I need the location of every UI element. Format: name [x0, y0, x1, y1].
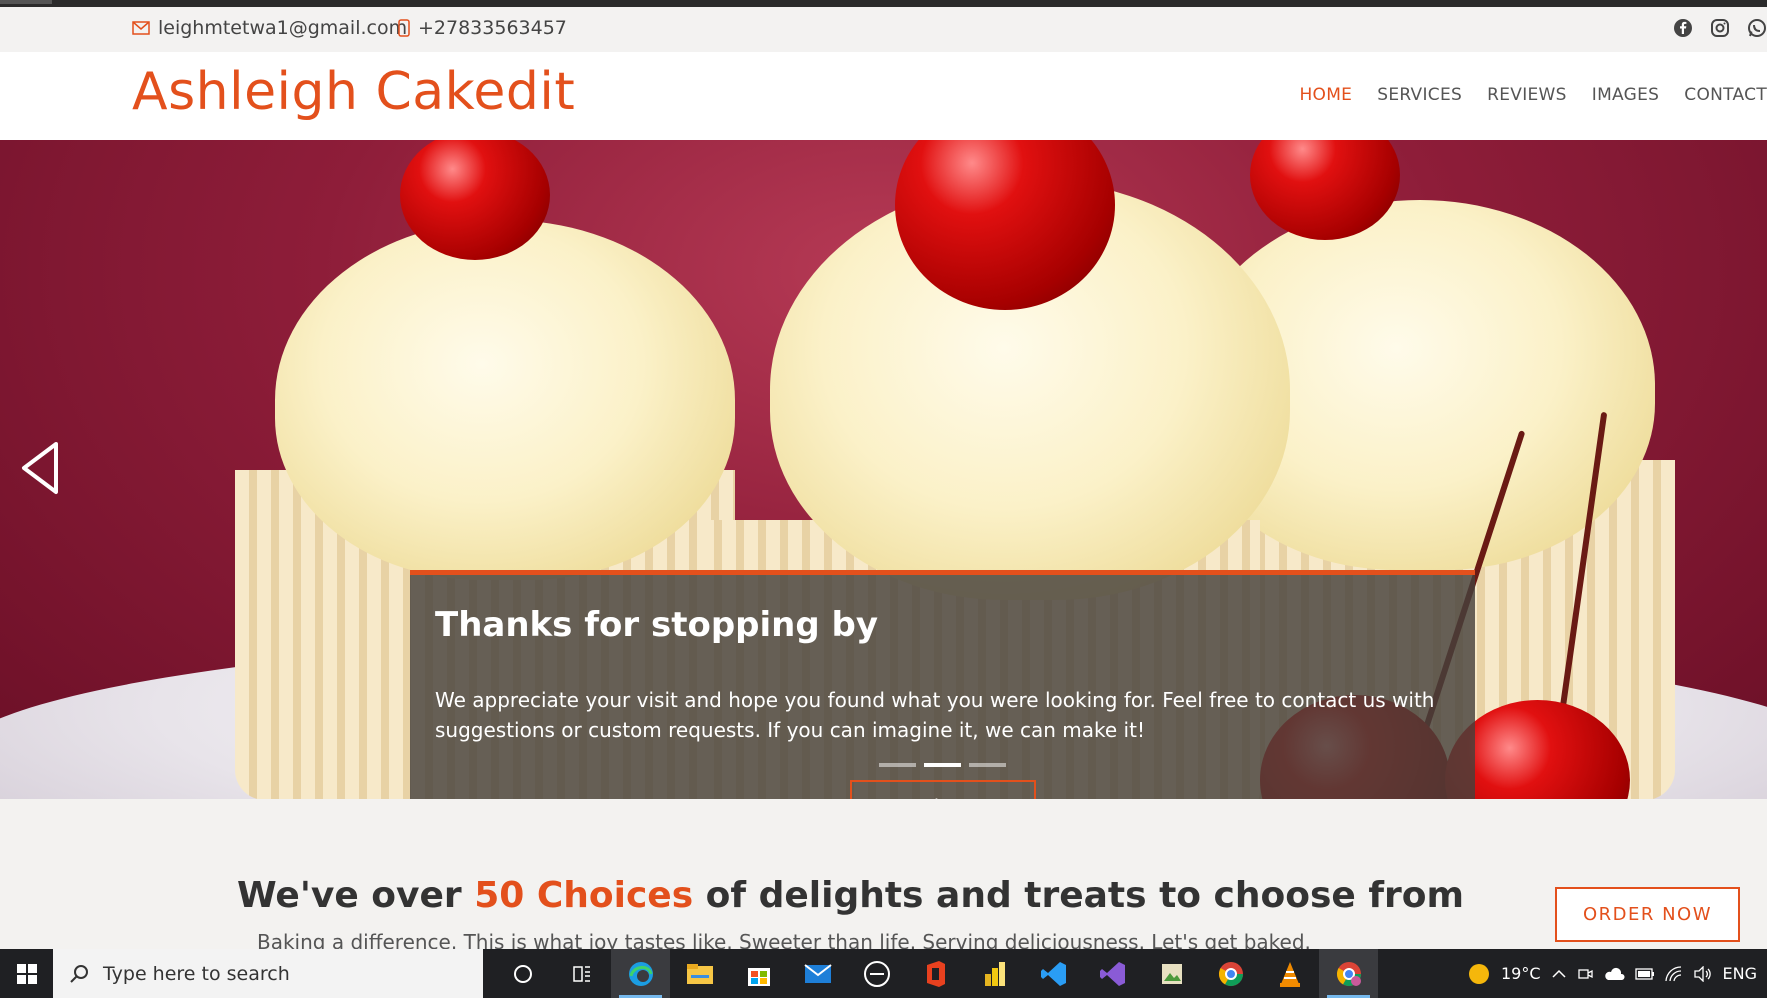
meet-now-icon[interactable] — [1577, 966, 1593, 982]
envelope-icon — [132, 21, 150, 35]
carousel-indicator-1[interactable] — [879, 763, 916, 767]
mail-icon[interactable] — [788, 949, 847, 998]
chrome-profile-icon[interactable] — [1319, 949, 1378, 998]
phone-contact[interactable]: +27833563457 — [398, 17, 567, 39]
chevron-up-icon[interactable] — [1551, 966, 1567, 982]
carousel-indicators — [879, 763, 1006, 767]
windows-logo-icon — [16, 963, 37, 984]
email-contact[interactable]: leighmtetwa1@gmail.com — [132, 17, 407, 39]
contact-bar: leighmtetwa1@gmail.com +27833563457 — [0, 7, 1767, 52]
microsoft-store-icon[interactable] — [729, 949, 788, 998]
task-view-icon[interactable] — [552, 949, 611, 998]
brand-logo[interactable]: Ashleigh Cakedit — [132, 62, 575, 122]
hero-title: Thanks for stopping by — [435, 605, 879, 645]
language-indicator[interactable]: ENG — [1723, 964, 1757, 983]
system-tray: 19°C ENG — [1467, 949, 1767, 998]
browser-tab-indicator — [0, 0, 52, 4]
intro-heading: We've over 50 Choices of delights and tr… — [237, 875, 1464, 916]
carousel-indicator-3[interactable] — [969, 763, 1006, 767]
intro-heading-post: of delights and treats to choose from — [693, 875, 1465, 916]
phone-text: +27833563457 — [418, 17, 567, 39]
instagram-icon[interactable] — [1710, 18, 1730, 38]
chrome-icon[interactable] — [1201, 949, 1260, 998]
nav-services[interactable]: SERVICES — [1377, 85, 1462, 105]
temperature-text[interactable]: 19°C — [1501, 964, 1541, 983]
browser-top-strip — [0, 0, 1767, 7]
order-now-button[interactable]: ORDER NOW — [1555, 887, 1740, 942]
cortana-icon[interactable] — [493, 949, 552, 998]
carousel-prev-icon[interactable] — [18, 440, 62, 496]
nav-home[interactable]: HOME — [1299, 85, 1352, 105]
hero-text: We appreciate your visit and hope you fo… — [435, 688, 1435, 742]
office-icon[interactable] — [906, 949, 965, 998]
intro-heading-pre: We've over — [237, 875, 475, 916]
visual-studio-icon[interactable] — [1083, 949, 1142, 998]
volume-icon[interactable] — [1693, 965, 1713, 982]
battery-icon[interactable] — [1634, 967, 1655, 980]
edge-browser-icon[interactable] — [611, 949, 670, 998]
wifi-icon[interactable] — [1664, 965, 1683, 982]
social-links — [1673, 18, 1767, 38]
whatsapp-icon[interactable] — [1747, 18, 1767, 38]
vlc-icon[interactable] — [1260, 949, 1319, 998]
onedrive-icon[interactable] — [1603, 967, 1625, 981]
dell-icon[interactable] — [847, 949, 906, 998]
intro-heading-highlight: 50 Choices — [474, 875, 694, 916]
email-text: leighmtetwa1@gmail.com — [158, 17, 408, 39]
carousel-indicator-2[interactable] — [924, 763, 961, 767]
windows-start-button[interactable] — [0, 949, 53, 998]
image-viewer-icon[interactable] — [1142, 949, 1201, 998]
vscode-icon[interactable] — [1024, 949, 1083, 998]
search-icon — [70, 964, 88, 983]
main-nav: HOME SERVICES REVIEWS IMAGES CONTACT — [1299, 85, 1767, 105]
search-placeholder: Type here to search — [103, 962, 290, 985]
phone-icon — [398, 19, 410, 37]
file-explorer-icon[interactable] — [670, 949, 729, 998]
nav-images[interactable]: IMAGES — [1592, 85, 1660, 105]
intro-section: We've over 50 Choices of delights and tr… — [0, 799, 1767, 954]
read-more-button[interactable]: Read More — [850, 780, 1036, 799]
power-bi-icon[interactable] — [965, 949, 1024, 998]
weather-sun-icon[interactable] — [1467, 962, 1491, 986]
nav-reviews[interactable]: REVIEWS — [1487, 85, 1567, 105]
windows-taskbar: Type here to search 19°C ENG — [0, 949, 1767, 998]
main-navbar: Ashleigh Cakedit HOME SERVICES REVIEWS I… — [0, 52, 1767, 140]
hero-carousel: Thanks for stopping by We appreciate you… — [0, 140, 1767, 799]
taskbar-search-box[interactable]: Type here to search — [53, 949, 483, 998]
facebook-icon[interactable] — [1673, 18, 1693, 38]
nav-contact[interactable]: CONTACT — [1684, 85, 1767, 105]
taskbar-apps — [493, 949, 1378, 998]
